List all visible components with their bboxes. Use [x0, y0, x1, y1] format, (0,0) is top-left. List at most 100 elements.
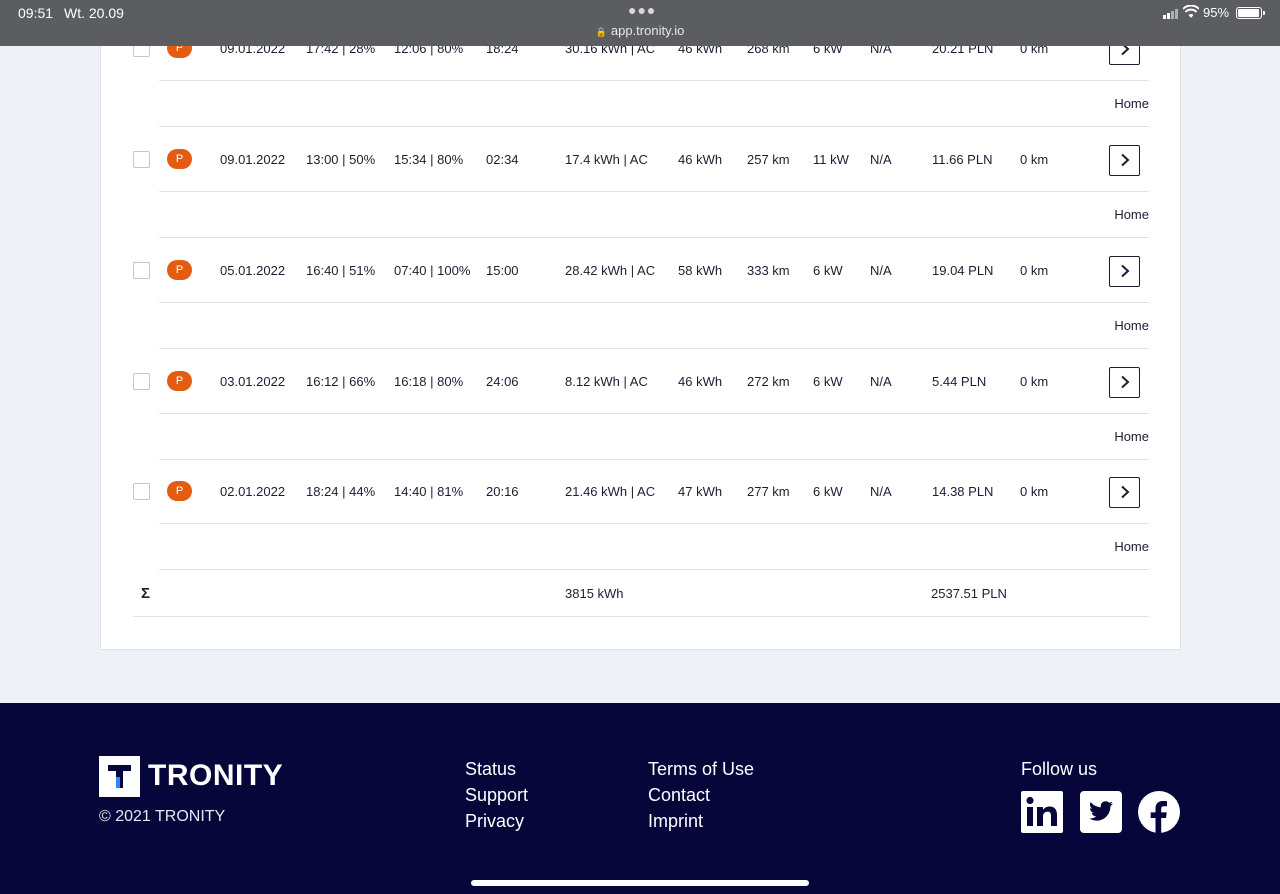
footer-link-terms[interactable]: Terms of Use	[648, 759, 754, 780]
session-distance: 0 km	[1020, 263, 1049, 278]
session-distance: 0 km	[1020, 484, 1049, 499]
linkedin-icon[interactable]	[1021, 791, 1063, 833]
session-start: 13:00 | 50%	[306, 152, 376, 167]
copyright: © 2021 TRONITY	[99, 808, 226, 825]
session-location-row: Home	[101, 414, 1182, 459]
session-energy: 28.42 kWh | AC	[565, 263, 656, 278]
footer-link-privacy[interactable]: Privacy	[465, 811, 524, 832]
tronity-logo-icon[interactable]	[99, 756, 140, 797]
sum-symbol: Σ	[141, 585, 151, 602]
chevron-right-icon	[1121, 485, 1130, 499]
table-row[interactable]: P 03.01.2022 16:12 | 66% 16:18 | 80% 24:06 8.…	[101, 349, 1182, 415]
divider	[133, 616, 1149, 617]
summary-row: Σ 3815 kWh 2537.51 PLN	[101, 571, 1182, 616]
session-end: 07:40 | 100%	[394, 263, 471, 278]
facebook-icon[interactable]	[1138, 791, 1180, 833]
status-time: 09:51	[18, 5, 54, 21]
open-session-button[interactable]	[1109, 477, 1140, 508]
session-cost: 11.66 PLN	[932, 152, 993, 167]
session-cost: 5.44 PLN	[932, 374, 987, 389]
session-duration: 24:06	[486, 374, 519, 389]
session-energy: 8.12 kWh | AC	[565, 374, 648, 389]
session-power: 6 kW	[813, 374, 843, 389]
session-power: 6 kW	[813, 263, 843, 278]
session-location: Home	[1114, 207, 1149, 222]
session-location-row: Home	[101, 303, 1182, 348]
session-na: N/A	[870, 263, 892, 278]
session-duration: 15:00	[486, 263, 519, 278]
session-na: N/A	[870, 374, 892, 389]
browser-status-bar: 09:51 Wt. 20.09 ●●● 🔒 app.tronity.io 95%	[0, 0, 1280, 46]
status-date: Wt. 20.09	[64, 5, 124, 21]
table-row[interactable]: P 09.01.2022 13:00 | 50% 15:34 | 80% 02:34 17…	[101, 127, 1182, 193]
session-location: Home	[1114, 429, 1149, 444]
session-date: 05.01.2022	[220, 263, 286, 278]
wifi-icon	[1183, 5, 1199, 18]
session-end: 15:34 | 80%	[394, 152, 464, 167]
session-start: 16:12 | 66%	[306, 374, 376, 389]
session-range: 333 km	[747, 263, 790, 278]
parking-badge: P	[167, 260, 192, 280]
session-duration: 02:34	[486, 152, 519, 167]
session-distance: 0 km	[1020, 374, 1049, 389]
charging-sessions-card: P 09.01.2022 17:42 | 28% 12:06 | 80% 18:24 30…	[100, 0, 1181, 650]
session-energy: 21.46 kWh | AC	[565, 484, 656, 499]
session-location-row: Home	[101, 524, 1182, 569]
brand-name[interactable]: TRONITY	[148, 759, 283, 793]
cellular-signal-icon	[1163, 9, 1179, 19]
more-dots-icon[interactable]: ●●●	[628, 2, 656, 18]
site-footer: TRONITY © 2021 TRONITY Status Support Pr…	[0, 703, 1280, 894]
open-session-button[interactable]	[1109, 367, 1140, 398]
session-na: N/A	[870, 484, 892, 499]
session-location-row: Home	[101, 192, 1182, 237]
session-battery-capacity: 46 kWh	[678, 152, 723, 167]
session-end: 16:18 | 80%	[394, 374, 464, 389]
session-cost: 19.04 PLN	[932, 263, 994, 278]
footer-link-support[interactable]: Support	[465, 785, 528, 806]
session-location-row: Home	[101, 81, 1182, 126]
session-date: 02.01.2022	[220, 484, 286, 499]
open-session-button[interactable]	[1109, 145, 1140, 176]
session-power: 11 kW	[813, 152, 849, 167]
twitter-icon[interactable]	[1080, 791, 1122, 833]
table-row[interactable]: P 05.01.2022 16:40 | 51% 07:40 | 100% 15:00 2…	[101, 238, 1182, 304]
address-bar[interactable]: 🔒 app.tronity.io	[0, 23, 1280, 38]
open-session-button[interactable]	[1109, 256, 1140, 287]
home-indicator[interactable]	[471, 880, 809, 886]
lock-icon: 🔒	[595, 27, 607, 37]
session-cost: 14.38 PLN	[932, 484, 994, 499]
session-end: 14:40 | 81%	[394, 484, 464, 499]
footer-link-imprint[interactable]: Imprint	[648, 811, 703, 832]
session-range: 272 km	[747, 374, 790, 389]
session-location: Home	[1114, 318, 1149, 333]
footer-link-contact[interactable]: Contact	[648, 785, 710, 806]
parking-badge: P	[167, 371, 192, 391]
session-location: Home	[1114, 539, 1149, 554]
row-checkbox[interactable]	[133, 483, 150, 500]
session-energy: 17.4 kWh | AC	[565, 152, 648, 167]
footer-link-status[interactable]: Status	[465, 759, 516, 780]
session-start: 18:24 | 44%	[306, 484, 376, 499]
session-duration: 20:16	[486, 484, 519, 499]
row-checkbox[interactable]	[133, 373, 150, 390]
parking-badge: P	[167, 481, 192, 501]
session-power: 6 kW	[813, 484, 843, 499]
row-checkbox[interactable]	[133, 151, 150, 168]
battery-icon	[1236, 7, 1265, 19]
session-battery-capacity: 46 kWh	[678, 374, 723, 389]
chevron-right-icon	[1121, 264, 1130, 278]
chevron-right-icon	[1121, 375, 1130, 389]
session-na: N/A	[870, 152, 892, 167]
session-battery-capacity: 47 kWh	[678, 484, 723, 499]
session-battery-capacity: 58 kWh	[678, 263, 723, 278]
table-row[interactable]: P 02.01.2022 18:24 | 44% 14:40 | 81% 20:16 21…	[101, 459, 1182, 525]
divider	[159, 569, 1149, 570]
parking-badge: P	[167, 149, 192, 169]
session-range: 257 km	[747, 152, 790, 167]
session-location: Home	[1114, 96, 1149, 111]
row-checkbox[interactable]	[133, 262, 150, 279]
chevron-right-icon	[1121, 153, 1130, 167]
session-date: 09.01.2022	[220, 152, 286, 167]
follow-us-label: Follow us	[1021, 759, 1098, 779]
sum-cost: 2537.51 PLN	[931, 586, 1007, 601]
